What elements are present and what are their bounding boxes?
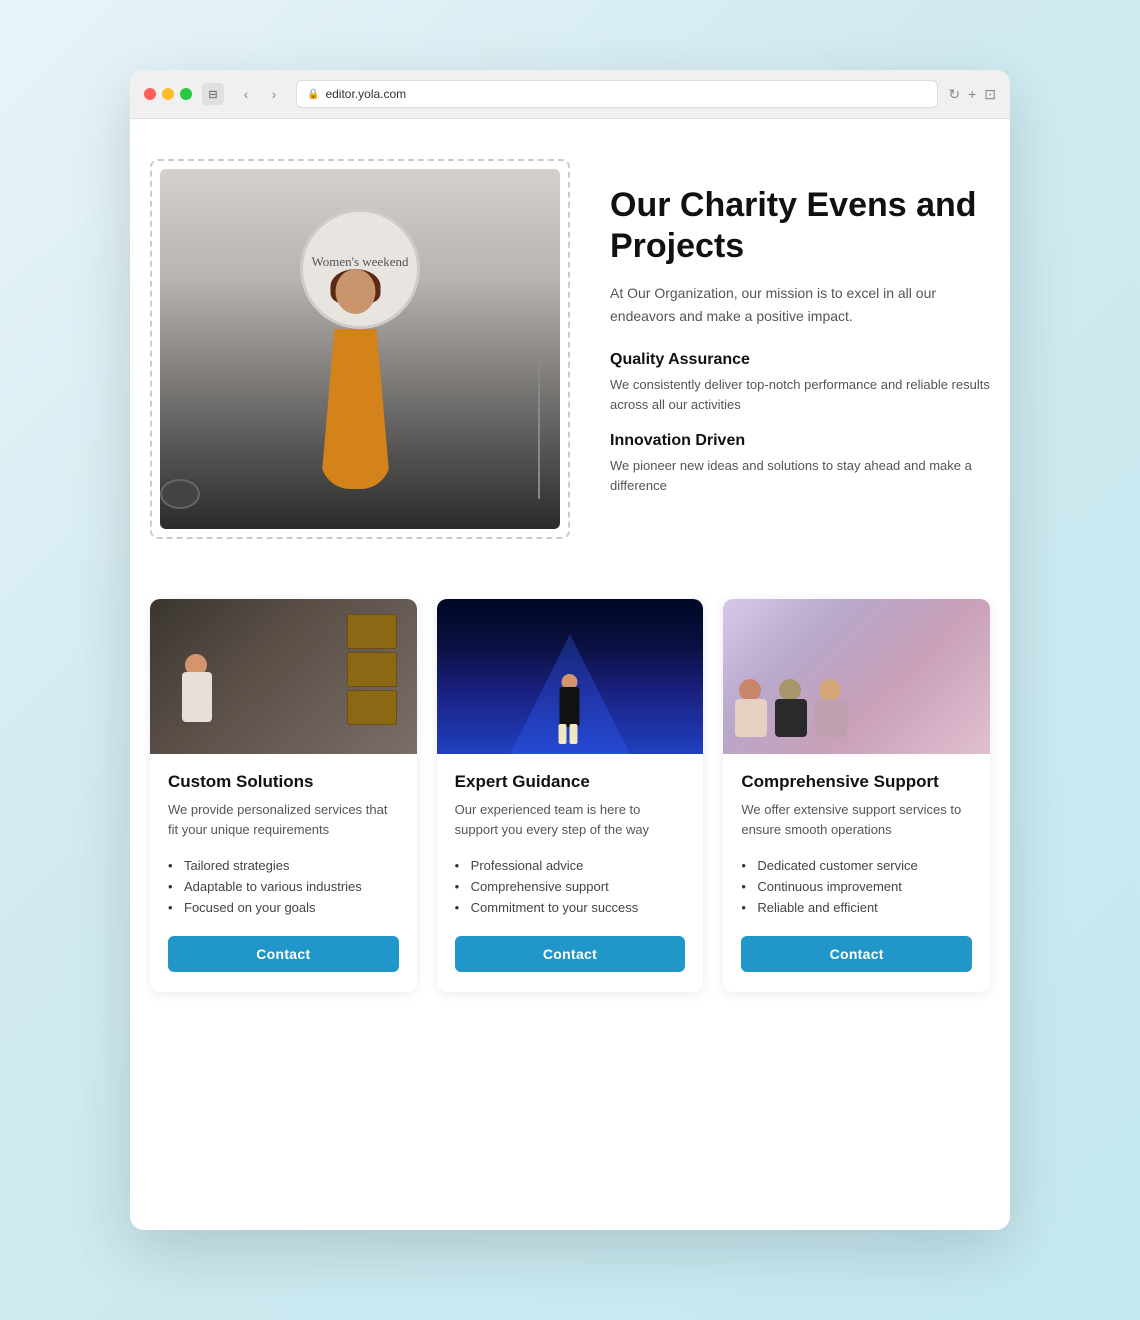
new-tab-icon[interactable]: + [968,86,976,103]
feature-item-1: Quality Assurance We consistently delive… [610,351,990,414]
leg-1 [559,724,567,744]
box-1 [347,614,397,649]
contact-button-2[interactable]: Contact [455,936,686,972]
box-3 [347,690,397,725]
list-item: Adaptable to various industries [168,876,399,897]
forward-button[interactable]: › [262,82,286,106]
list-item: Commitment to your success [455,897,686,918]
speaker-image [437,599,704,754]
meet-person-2 [773,679,808,744]
mic-stand [538,359,540,499]
list-item: Focused on your goals [168,897,399,918]
hero-image: Women's weekend [160,169,560,529]
feature-desc-2: We pioneer new ideas and solutions to st… [610,456,990,495]
feature-desc-1: We consistently deliver top-notch perfor… [610,375,990,414]
card-list-2: Professional advice Comprehensive suppor… [455,855,686,918]
drum [160,479,200,509]
boxes [347,614,397,725]
cards-section: Custom Solutions We provide personalized… [150,599,990,992]
page-content: Women's weekend [150,139,990,1210]
share-icon[interactable]: ↻ [948,86,960,103]
drum-kit [160,449,220,509]
card-body-2: Expert Guidance Our experienced team is … [437,754,704,992]
list-item: Professional advice [455,855,686,876]
browser-content: Women's weekend [130,119,1010,1230]
back-button[interactable]: ‹ [234,82,258,106]
card-title-2: Expert Guidance [455,772,686,792]
feature-item-2: Innovation Driven We pioneer new ideas a… [610,432,990,495]
meet-body-3 [815,699,847,737]
card-list-1: Tailored strategies Adaptable to various… [168,855,399,918]
person-body-1 [182,672,212,722]
maximize-button[interactable] [180,88,192,100]
meet-head-1 [739,679,761,701]
extensions-icon[interactable]: ⊡ [984,86,996,103]
card-desc-1: We provide personalized services that fi… [168,800,399,839]
list-item: Continuous improvement [741,876,972,897]
minimize-button[interactable] [162,88,174,100]
lock-icon: 🔒 [307,89,319,100]
meeting-image [723,599,990,754]
meet-body-1 [735,699,767,737]
leg-2 [570,724,578,744]
card-body-1: Custom Solutions We provide personalized… [150,754,417,992]
card-list-3: Dedicated customer service Continuous im… [741,855,972,918]
list-item: Tailored strategies [168,855,399,876]
meet-body-2 [775,699,807,737]
speaker-body [560,687,580,727]
meet-person-3 [813,679,848,744]
feature-title-2: Innovation Driven [610,432,990,450]
person-dress [321,329,391,489]
browser-window: ⊟ ‹ › 🔒 editor.yola.com ↻ + ⊡ [130,70,1010,1230]
hero-section: Women's weekend [150,139,990,559]
card-title-3: Comprehensive Support [741,772,972,792]
card-2: Expert Guidance Our experienced team is … [437,599,704,992]
meet-head-2 [779,679,801,701]
card-desc-3: We offer extensive support services to e… [741,800,972,839]
stage-person [311,269,401,489]
stage-background: Women's weekend [160,169,560,529]
contact-button-3[interactable]: Contact [741,936,972,972]
tab-icon: ⊟ [202,83,224,105]
hero-text: Our Charity Evens and Projects At Our Or… [610,185,990,513]
hero-title: Our Charity Evens and Projects [610,185,990,267]
browser-nav: ‹ › [234,82,286,106]
browser-chrome: ⊟ ‹ › 🔒 editor.yola.com ↻ + ⊡ [130,70,1010,119]
warehouse-person [180,654,215,739]
contact-button-1[interactable]: Contact [168,936,399,972]
card-image-1 [150,599,417,754]
address-bar[interactable]: 🔒 editor.yola.com [296,80,938,108]
url-text: editor.yola.com [325,87,406,101]
stage-text: Women's weekend [312,254,409,270]
list-item: Comprehensive support [455,876,686,897]
traffic-lights [144,88,192,100]
list-item: Dedicated customer service [741,855,972,876]
warehouse-image [150,599,417,754]
box-2 [347,652,397,687]
card-1: Custom Solutions We provide personalized… [150,599,417,992]
speaker-person [558,674,583,744]
card-image-3 [723,599,990,754]
card-title-1: Custom Solutions [168,772,399,792]
meet-person-1 [733,679,768,744]
close-button[interactable] [144,88,156,100]
card-desc-2: Our experienced team is here to support … [455,800,686,839]
card-body-3: Comprehensive Support We offer extensive… [723,754,990,992]
meeting-people [733,679,848,744]
hero-image-wrapper: Women's weekend [150,159,570,539]
hero-subtitle: At Our Organization, our mission is to e… [610,282,990,327]
person-head [336,269,376,314]
card-3: Comprehensive Support We offer extensive… [723,599,990,992]
feature-title-1: Quality Assurance [610,351,990,369]
browser-actions: ↻ + ⊡ [948,86,996,103]
meet-head-3 [819,679,841,701]
list-item: Reliable and efficient [741,897,972,918]
image-dashed-border: Women's weekend [150,159,570,539]
speaker-legs [559,724,581,744]
card-image-2 [437,599,704,754]
